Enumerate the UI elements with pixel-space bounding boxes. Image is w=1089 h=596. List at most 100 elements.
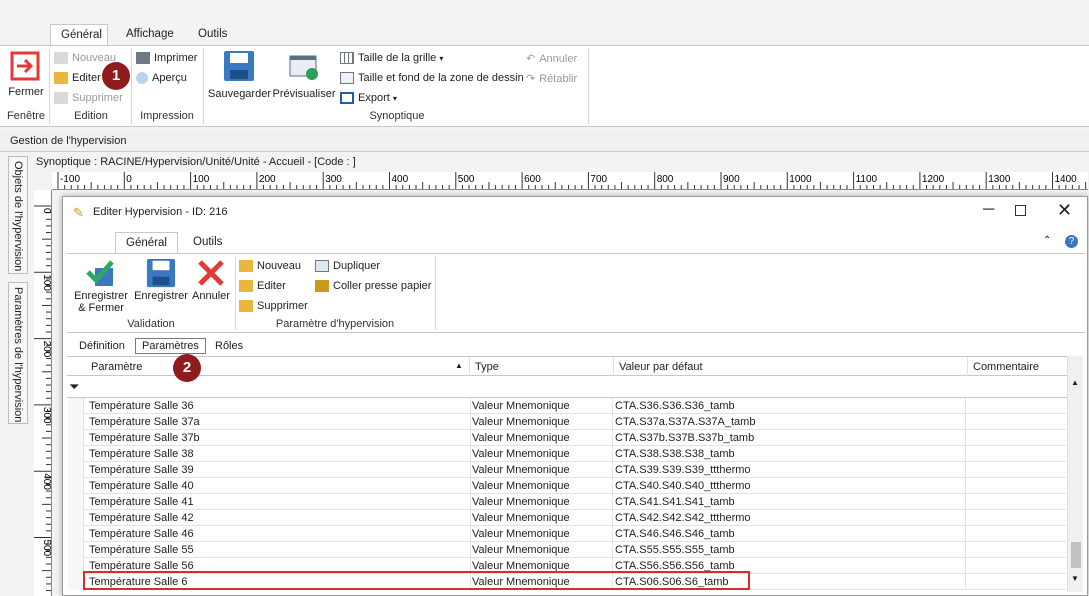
ruler-h-label: 200 <box>259 174 276 185</box>
dialog-tab-general[interactable]: Général <box>115 232 178 254</box>
header-parametre[interactable]: Paramètre <box>91 361 142 373</box>
clipboard-icon <box>315 280 329 293</box>
subtab-roles[interactable]: Rôles <box>215 340 243 352</box>
top-bar <box>0 0 1089 24</box>
save-close-button[interactable]: Enregistrer & Fermer <box>71 258 131 314</box>
scroll-up-icon[interactable]: ▲ <box>1071 378 1079 387</box>
table-row[interactable]: Température Salle 55 Valeur Mnemonique CTA… <box>68 542 1066 558</box>
cell-parametre: Température Salle 42 <box>89 512 194 524</box>
cell-parametre: Température Salle 41 <box>89 496 194 508</box>
preview-button[interactable]: Aperçu <box>136 72 187 85</box>
save-close-label: Enregistrer & Fermer <box>74 290 128 314</box>
new-button[interactable]: Nouveau <box>54 52 116 65</box>
ribbon: Fermer Fenêtre Nouveau Editer Supprimer … <box>0 45 1089 127</box>
dialog-tab-outils[interactable]: Outils <box>183 232 232 254</box>
table-row[interactable]: Température Salle 42 Valeur Mnemonique CTA… <box>68 510 1066 526</box>
table-row[interactable]: Température Salle 38 Valeur Mnemonique CTA… <box>68 446 1066 462</box>
folder-remove-icon <box>239 300 253 313</box>
paste-button[interactable]: Coller presse papier <box>315 280 432 293</box>
subtab-definition[interactable]: Définition <box>79 340 125 352</box>
param-delete-label: Supprimer <box>257 300 308 312</box>
help-icon[interactable]: ? <box>1065 235 1078 248</box>
header-type[interactable]: Type <box>475 361 499 373</box>
ruler-h-label: 0 <box>126 174 132 185</box>
param-edit-button[interactable]: Editer <box>239 280 286 293</box>
grid-size-button[interactable]: Taille de la grille ▾ <box>340 52 443 65</box>
param-delete-button[interactable]: Supprimer <box>239 300 308 313</box>
folder-new-icon <box>54 52 68 65</box>
scroll-down-icon[interactable]: ▼ <box>1071 574 1079 583</box>
ribbon-tab-affichage[interactable]: Affichage <box>116 24 184 46</box>
export-button[interactable]: Export ▾ <box>340 92 397 105</box>
ruler-v-label: 0 <box>41 208 52 214</box>
cell-valeur: CTA.S38.S38.S38_tamb <box>615 448 735 460</box>
table-row[interactable]: Température Salle 39 Valeur Mnemonique CTA… <box>68 462 1066 478</box>
save-button[interactable]: Sauvegarder <box>208 50 271 100</box>
cell-type: Valeur Mnemonique <box>472 480 570 492</box>
dialog-cancel-button[interactable]: Annuler <box>191 258 231 302</box>
scroll-thumb[interactable] <box>1071 542 1081 568</box>
ruler-v-label: 200 <box>41 341 52 358</box>
magnifier-icon <box>136 72 148 85</box>
cell-valeur: CTA.S40.S40.S40_ttthermo <box>615 480 751 492</box>
table-row[interactable]: Température Salle 37a Valeur Mnemonique CT… <box>68 414 1066 430</box>
filter-row[interactable]: ⏷ <box>67 376 1069 398</box>
print-button[interactable]: Imprimer <box>136 52 197 65</box>
cell-type: Valeur Mnemonique <box>472 432 570 444</box>
grid-icon <box>340 52 354 65</box>
param-new-label: Nouveau <box>257 260 302 272</box>
paste-label: Coller presse papier <box>333 280 432 292</box>
dialog-ribbon: Enregistrer & Fermer Enregistrer Annuler… <box>67 253 1085 333</box>
subtab-parametres[interactable]: Paramètres <box>135 338 206 354</box>
table-row[interactable]: Température Salle 37b Valeur Mnemonique CT… <box>68 430 1066 446</box>
group-label-fenetre: Fenêtre <box>7 110 45 122</box>
export-dropdown-icon: ▾ <box>392 94 397 103</box>
close-button[interactable]: Fermer <box>4 50 48 100</box>
header-valeur[interactable]: Valeur par défaut <box>619 361 703 373</box>
marker-2: 2 <box>173 354 201 382</box>
redo-button[interactable]: ↷ Rétablir <box>526 72 577 85</box>
maximize-button[interactable] <box>1015 205 1026 216</box>
sort-asc-icon: ▲ <box>455 361 463 370</box>
folder-delete-icon <box>54 92 68 105</box>
ruler-v-label: 400 <box>41 473 52 490</box>
delete-button[interactable]: Supprimer <box>54 92 123 105</box>
canvas-size-button[interactable]: Taille et fond de la zone de dessin <box>340 72 524 85</box>
cell-type: Valeur Mnemonique <box>472 464 570 476</box>
table-row[interactable]: Température Salle 40 Valeur Mnemonique CTA… <box>68 478 1066 494</box>
ruler-h-label: 1400 <box>1055 174 1078 185</box>
header-commentaire[interactable]: Commentaire <box>973 361 1039 373</box>
param-new-button[interactable]: Nouveau <box>239 260 302 273</box>
ribbon-tab-general[interactable]: Général <box>50 24 108 46</box>
minimize-button[interactable]: ─ <box>983 201 994 219</box>
filter-icon[interactable]: ⏷ <box>69 379 79 395</box>
edit-button[interactable]: Editer <box>54 72 101 85</box>
collapse-ribbon-icon[interactable]: ⌃ <box>1043 235 1051 246</box>
duplicate-label: Dupliquer <box>333 260 381 272</box>
previz-button[interactable]: Prévisualiser <box>272 50 336 100</box>
ribbon-tab-outils[interactable]: Outils <box>188 24 237 46</box>
cell-type: Valeur Mnemonique <box>472 400 570 412</box>
group-label-synoptique: Synoptique <box>369 110 425 122</box>
row-indicator <box>68 510 84 526</box>
side-tab-objets[interactable]: Objets de l'hypervision <box>8 156 28 274</box>
group-label-impression: Impression <box>140 110 194 122</box>
cell-parametre: Température Salle 46 <box>89 528 194 540</box>
table-row[interactable]: Température Salle 41 Valeur Mnemonique CTA… <box>68 494 1066 510</box>
ruler-h-label: 800 <box>657 174 674 185</box>
grid-scrollbar[interactable]: ▲ ▼ <box>1067 356 1083 592</box>
undo-button[interactable]: ↶ Annuler <box>526 52 577 65</box>
dialog-save-button[interactable]: Enregistrer <box>133 258 189 302</box>
duplicate-button[interactable]: Dupliquer <box>315 260 381 273</box>
table-row[interactable]: Température Salle 46 Valeur Mnemonique CTA… <box>68 526 1066 542</box>
undo-icon: ↶ <box>526 53 536 65</box>
ruler-h-label: 1100 <box>856 174 878 185</box>
row-indicator <box>68 526 84 542</box>
floppy-icon <box>224 51 254 81</box>
dialog-floppy-icon <box>146 258 176 288</box>
panel-header: Gestion de l'hypervision <box>0 130 1089 152</box>
close-window-button[interactable]: ✕ <box>1057 200 1072 221</box>
cell-valeur: CTA.S37b.S37B.S37b_tamb <box>615 432 755 444</box>
table-row[interactable]: Température Salle 36 Valeur Mnemonique CTA… <box>68 398 1066 414</box>
side-tab-parametres[interactable]: Paramètres de l'hypervision <box>8 282 28 424</box>
